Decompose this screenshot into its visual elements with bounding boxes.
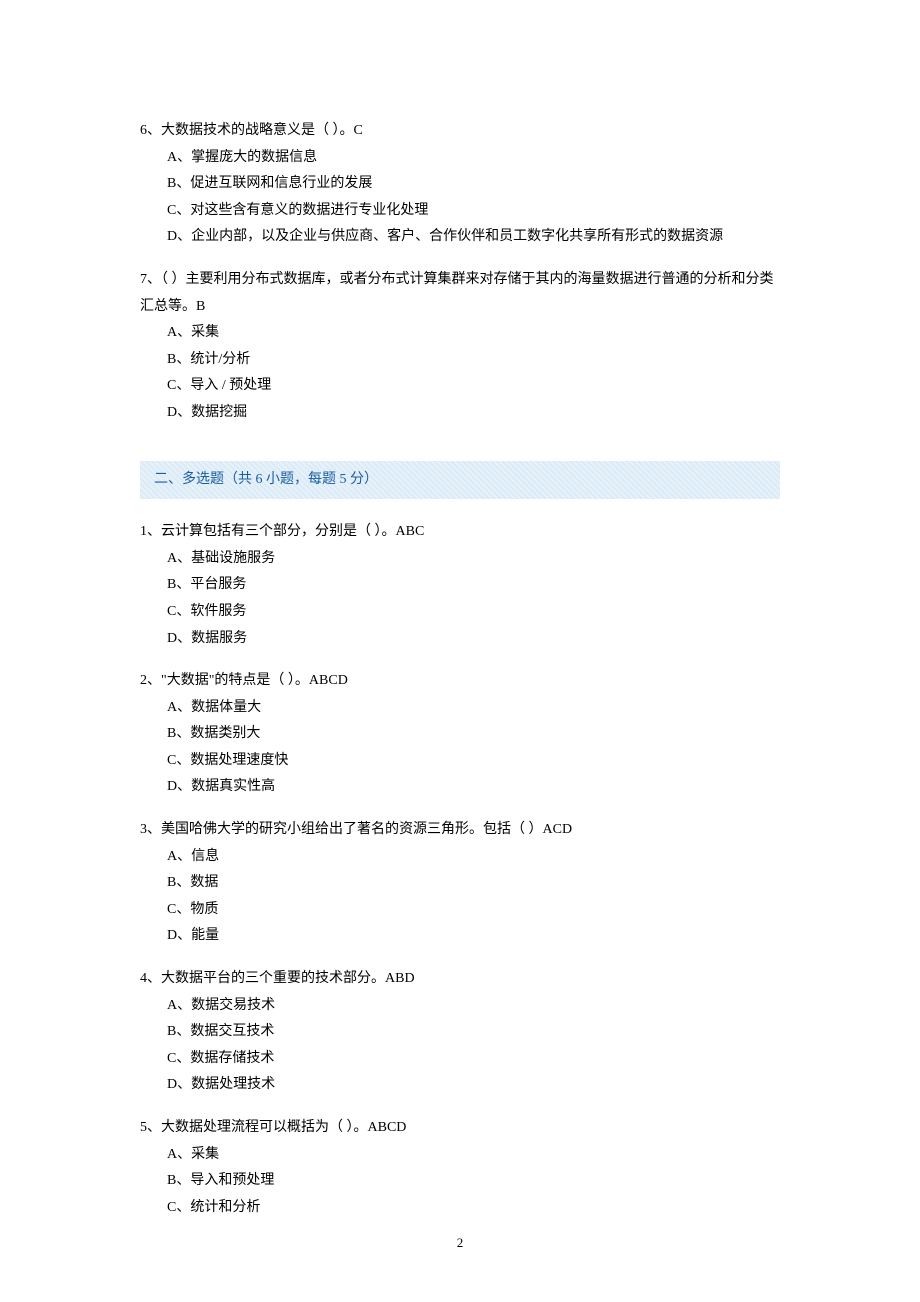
option-c: C、物质 — [167, 897, 780, 924]
multi-question-4: 4、大数据平台的三个重要的技术部分。ABD A、数据交易技术 B、数据交互技术 … — [140, 966, 780, 1099]
option-c: C、数据处理速度快 — [167, 748, 780, 775]
options-list: A、基础设施服务 B、平台服务 C、软件服务 D、数据服务 — [140, 546, 780, 652]
multi-question-5: 5、大数据处理流程可以概括为（ ）。ABCD A、采集 B、导入和预处理 C、统… — [140, 1115, 780, 1221]
option-d: D、企业内部，以及企业与供应商、客户、合作伙伴和员工数字化共享所有形式的数据资源 — [167, 224, 780, 251]
option-c: C、统计和分析 — [167, 1195, 780, 1222]
question-text: 6、大数据技术的战略意义是（ ）。C — [140, 118, 780, 145]
multi-question-1: 1、云计算包括有三个部分，分别是（ ）。ABC A、基础设施服务 B、平台服务 … — [140, 519, 780, 652]
option-b: B、导入和预处理 — [167, 1168, 780, 1195]
option-a: A、采集 — [167, 1142, 780, 1169]
option-b: B、统计/分析 — [167, 347, 780, 374]
option-b: B、数据类别大 — [167, 721, 780, 748]
option-b: B、数据 — [167, 870, 780, 897]
option-a: A、基础设施服务 — [167, 546, 780, 573]
option-a: A、掌握庞大的数据信息 — [167, 145, 780, 172]
option-d: D、能量 — [167, 923, 780, 950]
option-a: A、数据交易技术 — [167, 993, 780, 1020]
option-c: C、对这些含有意义的数据进行专业化处理 — [167, 198, 780, 225]
option-a: A、数据体量大 — [167, 695, 780, 722]
option-d: D、数据服务 — [167, 626, 780, 653]
question-6: 6、大数据技术的战略意义是（ ）。C A、掌握庞大的数据信息 B、促进互联网和信… — [140, 118, 780, 251]
section-header-multi-choice: 二、多选题（共 6 小题，每题 5 分） — [140, 461, 780, 500]
option-b: B、促进互联网和信息行业的发展 — [167, 171, 780, 198]
question-text: 3、美国哈佛大学的研究小组给出了著名的资源三角形。包括（ ）ACD — [140, 817, 780, 844]
option-c: C、软件服务 — [167, 599, 780, 626]
question-text: 1、云计算包括有三个部分，分别是（ ）。ABC — [140, 519, 780, 546]
question-text: 2、"大数据"的特点是（ ）。ABCD — [140, 668, 780, 695]
option-d: D、数据挖掘 — [167, 400, 780, 427]
options-list: A、信息 B、数据 C、物质 D、能量 — [140, 844, 780, 950]
option-c: C、导入 / 预处理 — [167, 373, 780, 400]
option-d: D、数据真实性高 — [167, 774, 780, 801]
options-list: A、数据体量大 B、数据类别大 C、数据处理速度快 D、数据真实性高 — [140, 695, 780, 801]
question-7: 7、（ ）主要利用分布式数据库，或者分布式计算集群来对存储于其内的海量数据进行普… — [140, 267, 780, 427]
option-b: B、数据交互技术 — [167, 1019, 780, 1046]
question-text-line1: 7、（ ）主要利用分布式数据库，或者分布式计算集群来对存储于其内的海量数据进行普… — [140, 267, 780, 294]
page-number: 2 — [0, 1231, 920, 1256]
multi-question-2: 2、"大数据"的特点是（ ）。ABCD A、数据体量大 B、数据类别大 C、数据… — [140, 668, 780, 801]
option-d: D、数据处理技术 — [167, 1072, 780, 1099]
question-text: 5、大数据处理流程可以概括为（ ）。ABCD — [140, 1115, 780, 1142]
options-list: A、掌握庞大的数据信息 B、促进互联网和信息行业的发展 C、对这些含有意义的数据… — [140, 145, 780, 251]
options-list: A、采集 B、统计/分析 C、导入 / 预处理 D、数据挖掘 — [140, 320, 780, 426]
question-text: 4、大数据平台的三个重要的技术部分。ABD — [140, 966, 780, 993]
options-list: A、数据交易技术 B、数据交互技术 C、数据存储技术 D、数据处理技术 — [140, 993, 780, 1099]
option-c: C、数据存储技术 — [167, 1046, 780, 1073]
question-text-line2: 汇总等。B — [140, 294, 780, 321]
options-list: A、采集 B、导入和预处理 C、统计和分析 — [140, 1142, 780, 1222]
option-b: B、平台服务 — [167, 572, 780, 599]
multi-question-3: 3、美国哈佛大学的研究小组给出了著名的资源三角形。包括（ ）ACD A、信息 B… — [140, 817, 780, 950]
option-a: A、采集 — [167, 320, 780, 347]
option-a: A、信息 — [167, 844, 780, 871]
